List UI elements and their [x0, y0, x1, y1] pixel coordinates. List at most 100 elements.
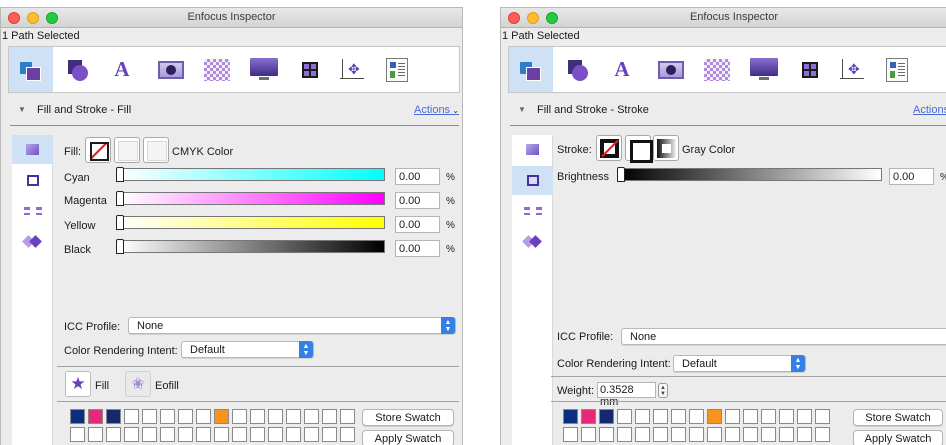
swatch-cell[interactable] [815, 427, 830, 442]
swatch-cell[interactable] [779, 427, 794, 442]
rendering-intent-select[interactable]: Default ▲ ▼ [181, 341, 314, 358]
store-swatch-button[interactable]: Store Swatch [362, 409, 454, 426]
swatch-cell[interactable] [761, 409, 776, 424]
weight-field[interactable]: 0.3528 mm [597, 382, 656, 408]
swatch-cell[interactable] [761, 427, 776, 442]
apply-swatch-button[interactable]: Apply Swatch [362, 430, 454, 445]
swatch-cell[interactable] [250, 409, 265, 424]
swatch-cell[interactable] [106, 427, 121, 442]
swatch-cell[interactable] [743, 427, 758, 442]
swatch-cell[interactable] [599, 409, 614, 424]
swatch-cell[interactable] [268, 427, 283, 442]
swatch-cell[interactable] [725, 409, 740, 424]
eofill-rule-button[interactable]: ✬ [125, 371, 151, 397]
swatch-cell[interactable] [671, 409, 686, 424]
swatch-cell[interactable] [743, 409, 758, 424]
transparency-tab[interactable] [195, 47, 239, 92]
sidebar-item-stroke[interactable] [12, 166, 53, 195]
fill-rule-button[interactable]: ★ [65, 371, 91, 397]
magenta-slider[interactable] [116, 191, 385, 206]
swatch-cell[interactable] [196, 427, 211, 442]
text-tab[interactable]: A [600, 47, 644, 92]
swatch-cell[interactable] [599, 427, 614, 442]
swatch-cell[interactable] [707, 409, 722, 424]
swatch-cell[interactable] [725, 427, 740, 442]
no-paint-swatch[interactable] [596, 135, 622, 161]
move-tab[interactable]: ✥ [330, 47, 374, 92]
swatch-cell[interactable] [340, 409, 355, 424]
swatch-cell[interactable] [232, 409, 247, 424]
layout-tab[interactable] [288, 47, 332, 92]
sidebar-item-dash[interactable] [512, 196, 553, 225]
layout-tab[interactable] [788, 47, 832, 92]
swatch-cell[interactable] [142, 427, 157, 442]
cyan-slider[interactable] [116, 167, 385, 182]
swatch-cell[interactable] [815, 409, 830, 424]
slider-knob[interactable] [617, 167, 625, 182]
paint-swatch-b[interactable] [143, 137, 169, 163]
icc-profile-select[interactable]: None ▲ ▼ [128, 317, 456, 334]
paint-swatch-a[interactable] [114, 137, 140, 163]
slider-knob[interactable] [116, 215, 124, 230]
text-tab[interactable]: A [100, 47, 144, 92]
disclosure-triangle-icon[interactable]: ▼ [18, 105, 26, 114]
black-value-field[interactable]: 0.00 [395, 240, 440, 257]
sidebar-item-stroke[interactable] [512, 166, 553, 195]
swatch-cell[interactable] [340, 427, 355, 442]
swatch-cell[interactable] [286, 427, 301, 442]
swatch-cell[interactable] [214, 427, 229, 442]
sidebar-item-overprint[interactable] [12, 226, 53, 255]
yellow-value-field[interactable]: 0.00 [395, 216, 440, 233]
swatch-cell[interactable] [160, 409, 175, 424]
sidebar-item-dash[interactable] [12, 196, 53, 225]
swatch-cell[interactable] [70, 409, 85, 424]
screen-tab[interactable] [742, 47, 786, 92]
slider-knob[interactable] [116, 239, 124, 254]
shape-tab[interactable] [56, 47, 100, 92]
slider-knob[interactable] [116, 167, 124, 182]
icc-profile-select[interactable]: None [621, 328, 946, 345]
move-tab[interactable]: ✥ [830, 47, 874, 92]
title-bar[interactable]: Enfocus Inspector [501, 8, 946, 28]
slider-knob[interactable] [116, 191, 124, 206]
shape-tab[interactable] [556, 47, 600, 92]
sidebar-item-overprint[interactable] [512, 226, 553, 255]
swatch-cell[interactable] [635, 409, 650, 424]
swatch-cell[interactable] [653, 409, 668, 424]
black-slider[interactable] [116, 239, 385, 254]
swatch-cell[interactable] [142, 409, 157, 424]
swatch-cell[interactable] [689, 427, 704, 442]
actions-menu[interactable]: Actions [913, 104, 946, 116]
sidebar-item-fill[interactable] [12, 135, 53, 164]
no-paint-swatch[interactable] [85, 137, 111, 163]
swatch-cell[interactable] [304, 427, 319, 442]
disclosure-triangle-icon[interactable]: ▼ [518, 105, 526, 114]
swatch-cell[interactable] [617, 427, 632, 442]
swatch-cell[interactable] [322, 427, 337, 442]
swatch-cell[interactable] [707, 427, 722, 442]
brightness-value-field[interactable]: 0.00 [889, 168, 934, 185]
swatch-cell[interactable] [286, 409, 301, 424]
swatch-cell[interactable] [88, 409, 103, 424]
swatch-cell[interactable] [124, 409, 139, 424]
swatch-cell[interactable] [214, 409, 229, 424]
swatch-cell[interactable] [70, 427, 85, 442]
swatch-cell[interactable] [304, 409, 319, 424]
swatch-cell[interactable] [124, 427, 139, 442]
cyan-value-field[interactable]: 0.00 [395, 168, 440, 185]
swatch-cell[interactable] [106, 409, 121, 424]
swatch-cell[interactable] [178, 409, 193, 424]
yellow-slider[interactable] [116, 215, 385, 230]
brightness-slider[interactable] [617, 167, 882, 182]
store-swatch-button[interactable]: Store Swatch [853, 409, 943, 426]
swatch-cell[interactable] [160, 427, 175, 442]
swatch-cell[interactable] [653, 427, 668, 442]
swatch-cell[interactable] [779, 409, 794, 424]
image-tab[interactable] [649, 47, 693, 92]
swatch-cell[interactable] [581, 409, 596, 424]
title-bar[interactable]: Enfocus Inspector [1, 8, 462, 28]
swatch-cell[interactable] [88, 427, 103, 442]
object-tab[interactable] [9, 47, 53, 92]
swatch-cell[interactable] [689, 409, 704, 424]
magenta-value-field[interactable]: 0.00 [395, 192, 440, 209]
